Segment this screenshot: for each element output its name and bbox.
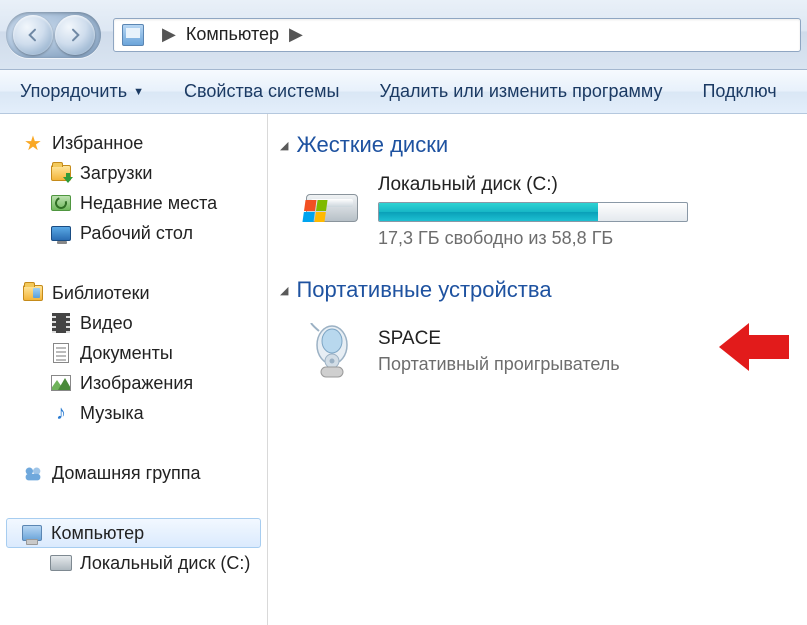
sidebar-item-music[interactable]: ♪ Музыка xyxy=(0,398,267,428)
favorites-label: Избранное xyxy=(52,133,143,154)
section-portable-devices[interactable]: ◢ Портативные устройства xyxy=(280,277,799,303)
uninstall-program-label: Удалить или изменить программу xyxy=(379,81,662,102)
sidebar-item-videos[interactable]: Видео xyxy=(0,308,267,338)
drive-info: Локальный диск (C:) 17,3 ГБ свободно из … xyxy=(378,174,738,249)
nav-history-buttons xyxy=(6,12,101,58)
sidebar-computer[interactable]: Компьютер xyxy=(6,518,261,548)
star-icon: ★ xyxy=(22,132,44,154)
sidebar-homegroup[interactable]: Домашняя группа xyxy=(0,458,267,488)
desktop-icon xyxy=(51,226,71,241)
music-label: Музыка xyxy=(80,403,144,424)
computer-label: Компьютер xyxy=(51,523,144,544)
navigation-bar: ▶ Компьютер ▶ xyxy=(0,0,807,70)
videos-label: Видео xyxy=(80,313,133,334)
arrow-left-icon xyxy=(25,27,41,43)
uninstall-program-button[interactable]: Удалить или изменить программу xyxy=(379,81,662,102)
document-icon xyxy=(53,343,69,363)
device-type: Портативный проигрыватель xyxy=(378,354,620,375)
explorer-body: ★ Избранное Загрузки Недавние места Рабо… xyxy=(0,114,807,625)
back-button[interactable] xyxy=(13,15,53,55)
libraries-label: Библиотеки xyxy=(52,283,150,304)
sidebar-item-recent[interactable]: Недавние места xyxy=(0,188,267,218)
libraries-group: Библиотеки Видео Документы Изображения ♪… xyxy=(0,278,267,428)
drive-title: Локальный диск (C:) xyxy=(378,174,738,196)
chevron-down-icon: ▼ xyxy=(133,86,144,98)
sidebar-item-pictures[interactable]: Изображения xyxy=(0,368,267,398)
breadcrumb-computer[interactable]: Компьютер xyxy=(186,24,279,45)
recent-label: Недавние места xyxy=(80,193,217,214)
address-bar[interactable]: ▶ Компьютер ▶ xyxy=(113,18,801,52)
computer-icon xyxy=(22,525,42,541)
organize-label: Упорядочить xyxy=(20,81,127,102)
capacity-bar xyxy=(378,202,688,222)
local-disk-label: Локальный диск (C:) xyxy=(80,553,250,574)
favorites-group: ★ Избранное Загрузки Недавние места Рабо… xyxy=(0,128,267,248)
libraries-icon xyxy=(23,285,43,301)
video-icon xyxy=(52,313,70,333)
drive-local-c[interactable]: Локальный диск (C:) 17,3 ГБ свободно из … xyxy=(280,170,799,253)
device-title: SPACE xyxy=(378,328,620,350)
content-pane: ◢ Жесткие диски Локальный диск (C:) 17,3… xyxy=(268,114,807,625)
local-disk-icon xyxy=(50,555,72,571)
collapse-icon: ◢ xyxy=(280,284,288,297)
section-hard-drives[interactable]: ◢ Жесткие диски xyxy=(280,132,799,158)
computer-icon xyxy=(122,24,144,46)
command-toolbar: Упорядочить ▼ Свойства системы Удалить и… xyxy=(0,70,807,114)
drive-free-space: 17,3 ГБ свободно из 58,8 ГБ xyxy=(378,228,738,249)
music-icon: ♪ xyxy=(50,402,72,424)
hard-disk-icon xyxy=(304,174,360,222)
recent-places-icon xyxy=(51,195,71,211)
arrow-right-icon xyxy=(67,27,83,43)
forward-button[interactable] xyxy=(55,15,95,55)
homegroup-icon xyxy=(22,462,44,484)
portable-player-icon xyxy=(304,323,360,379)
red-arrow-annotation-icon xyxy=(719,323,789,371)
navigation-pane: ★ Избранное Загрузки Недавние места Рабо… xyxy=(0,114,268,625)
system-properties-button[interactable]: Свойства системы xyxy=(184,81,339,102)
documents-label: Документы xyxy=(80,343,173,364)
portable-devices-header: Портативные устройства xyxy=(296,277,551,303)
map-network-drive-button[interactable]: Подключ xyxy=(702,81,776,102)
breadcrumb-separator-icon[interactable]: ▶ xyxy=(279,24,313,45)
system-properties-label: Свойства системы xyxy=(184,81,339,102)
sidebar-item-local-disk-c[interactable]: Локальный диск (C:) xyxy=(0,548,267,578)
hard-drives-header: Жесткие диски xyxy=(296,132,448,158)
collapse-icon: ◢ xyxy=(280,139,288,152)
breadcrumb-separator-icon[interactable]: ▶ xyxy=(152,24,186,45)
sidebar-item-downloads[interactable]: Загрузки xyxy=(0,158,267,188)
homegroup-label: Домашняя группа xyxy=(52,463,201,484)
device-space[interactable]: SPACE Портативный проигрыватель xyxy=(280,315,799,387)
downloads-icon xyxy=(51,165,71,181)
downloads-label: Загрузки xyxy=(80,163,152,184)
capacity-fill xyxy=(379,203,598,221)
computer-group: Компьютер Локальный диск (C:) xyxy=(0,518,267,578)
sidebar-favorites[interactable]: ★ Избранное xyxy=(0,128,267,158)
pictures-label: Изображения xyxy=(80,373,193,394)
map-network-drive-label: Подключ xyxy=(702,81,776,102)
pictures-icon xyxy=(51,375,71,391)
organize-button[interactable]: Упорядочить ▼ xyxy=(20,81,144,102)
homegroup-group: Домашняя группа xyxy=(0,458,267,488)
desktop-label: Рабочий стол xyxy=(80,223,193,244)
sidebar-item-documents[interactable]: Документы xyxy=(0,338,267,368)
sidebar-libraries[interactable]: Библиотеки xyxy=(0,278,267,308)
sidebar-item-desktop[interactable]: Рабочий стол xyxy=(0,218,267,248)
device-info: SPACE Портативный проигрыватель xyxy=(378,328,620,375)
